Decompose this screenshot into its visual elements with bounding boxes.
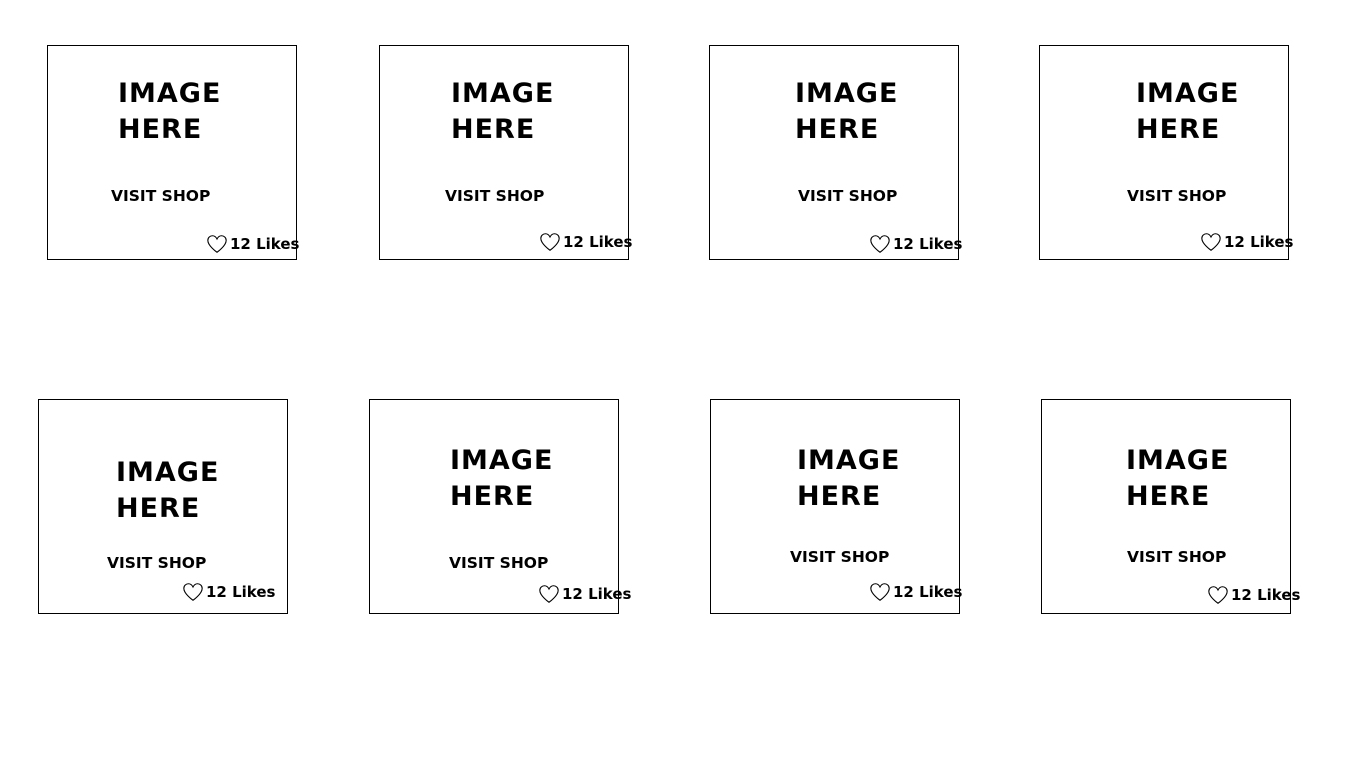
heart-outline-icon[interactable] <box>869 581 891 603</box>
image-placeholder: IMAGE HERE <box>795 78 899 145</box>
shop-card: IMAGE HERE VISIT SHOP 12 Likes <box>1039 45 1293 260</box>
likes-row: 12 Likes <box>869 581 962 603</box>
image-placeholder: IMAGE HERE <box>118 78 222 145</box>
image-placeholder: IMAGE HERE <box>797 445 901 512</box>
heart-outline-icon[interactable] <box>538 583 560 605</box>
heart-outline-icon[interactable] <box>1200 231 1222 253</box>
likes-count: 12 Likes <box>893 583 963 601</box>
likes-row: 12 Likes <box>869 233 962 255</box>
heart-outline-icon[interactable] <box>539 231 561 253</box>
image-placeholder: IMAGE HERE <box>116 457 220 524</box>
shop-card: IMAGE HERE VISIT SHOP 12 Likes <box>710 399 962 614</box>
visit-shop-button[interactable]: VISIT SHOP <box>798 187 897 205</box>
likes-row: 12 Likes <box>1200 231 1293 253</box>
likes-row: 12 Likes <box>538 583 631 605</box>
likes-count: 12 Likes <box>563 233 633 251</box>
visit-shop-button[interactable]: VISIT SHOP <box>790 548 889 566</box>
shop-card: IMAGE HERE VISIT SHOP 12 Likes <box>369 399 631 614</box>
visit-shop-button[interactable]: VISIT SHOP <box>445 187 544 205</box>
heart-outline-icon[interactable] <box>182 581 204 603</box>
image-placeholder: IMAGE HERE <box>1136 78 1240 145</box>
visit-shop-button[interactable]: VISIT SHOP <box>1127 187 1226 205</box>
image-placeholder: IMAGE HERE <box>451 78 555 145</box>
shop-card: IMAGE HERE VISIT SHOP 12 Likes <box>1041 399 1300 614</box>
shop-card: IMAGE HERE VISIT SHOP 12 Likes <box>47 45 299 260</box>
likes-row: 12 Likes <box>539 231 632 253</box>
visit-shop-button[interactable]: VISIT SHOP <box>1127 548 1226 566</box>
likes-count: 12 Likes <box>206 583 276 601</box>
visit-shop-button[interactable]: VISIT SHOP <box>449 554 548 572</box>
image-placeholder: IMAGE HERE <box>1126 445 1230 512</box>
heart-outline-icon[interactable] <box>869 233 891 255</box>
likes-row: 12 Likes <box>1207 584 1300 606</box>
shop-card: IMAGE HERE VISIT SHOP 12 Likes <box>379 45 632 260</box>
likes-count: 12 Likes <box>1231 586 1301 604</box>
likes-row: 12 Likes <box>182 581 275 603</box>
likes-count: 12 Likes <box>893 235 963 253</box>
likes-count: 12 Likes <box>562 585 632 603</box>
shop-card: IMAGE HERE VISIT SHOP 12 Likes <box>38 399 288 614</box>
visit-shop-button[interactable]: VISIT SHOP <box>107 554 206 572</box>
heart-outline-icon[interactable] <box>206 233 228 255</box>
likes-count: 12 Likes <box>230 235 300 253</box>
visit-shop-button[interactable]: VISIT SHOP <box>111 187 210 205</box>
likes-count: 12 Likes <box>1224 233 1294 251</box>
heart-outline-icon[interactable] <box>1207 584 1229 606</box>
shop-card: IMAGE HERE VISIT SHOP 12 Likes <box>709 45 962 260</box>
image-placeholder: IMAGE HERE <box>450 445 554 512</box>
likes-row: 12 Likes <box>206 233 299 255</box>
